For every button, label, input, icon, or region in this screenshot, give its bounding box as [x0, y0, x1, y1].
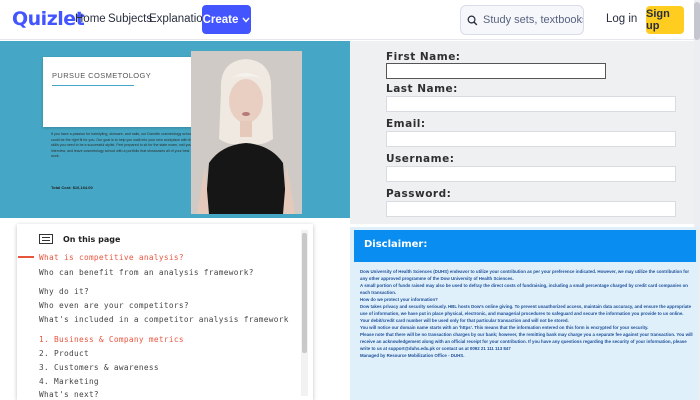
disclaimer-paragraph: You will notice our domain name starts w… [360, 325, 649, 330]
toc-card: On this page What is competitive analysi… [17, 224, 313, 400]
toc-item-who-can-benefit[interactable]: Who can benefit from an analysis framewo… [39, 268, 269, 277]
table-of-contents-panel: On this page What is competitive analysi… [0, 218, 350, 400]
quizlet-logo[interactable]: Quizlet [12, 8, 85, 30]
disclaimer-panel: Disclaimer: Dow University of Health Sci… [350, 227, 698, 400]
title-underline [52, 85, 134, 86]
password-field[interactable] [386, 201, 676, 217]
email-field[interactable] [386, 131, 676, 147]
first-name-field[interactable] [386, 63, 606, 79]
registration-form: First Name: Last Name: Email: Username: … [350, 41, 694, 224]
toc-scroll-thumb[interactable] [302, 233, 307, 353]
model-photo [191, 51, 302, 214]
toc-item-customers[interactable]: 3. Customers & awareness [39, 363, 159, 372]
disclaimer-paragraph: Dow University of Health Sciences (DUHS)… [360, 269, 690, 281]
toc-item-business-metrics[interactable]: 1. Business & Company metrics [39, 335, 184, 344]
disclaimer-heading: Disclaimer: [354, 230, 696, 262]
create-label: Create [202, 13, 239, 26]
toc-item-competitive-analysis[interactable]: What is competitive analysis? [39, 253, 184, 262]
email-label: Email: [386, 118, 426, 130]
toc-item-why-do-it[interactable]: Why do it? [39, 287, 89, 296]
toc-heading: On this page [63, 234, 121, 244]
model-image [191, 51, 302, 214]
first-name-label: First Name: [386, 51, 461, 63]
active-item-marker [18, 256, 34, 258]
last-name-field[interactable] [386, 96, 676, 112]
page-scroll-thumb[interactable] [694, 2, 700, 40]
search-box[interactable] [460, 5, 584, 35]
disclaimer-footer: Managed by Resource Mobilization Office … [360, 353, 465, 358]
toc-item-whats-next[interactable]: What's next? [39, 390, 99, 399]
last-name-label: Last Name: [386, 83, 458, 95]
search-icon [467, 15, 478, 25]
toc-header: On this page [39, 234, 120, 244]
disclaimer-body: Dow University of Health Sciences (DUHS)… [360, 268, 694, 359]
disclaimer-paragraph: How do we protect your information? [360, 297, 438, 302]
toc-item-framework[interactable]: What's included in a competitor analysis… [39, 315, 289, 324]
cosmetology-description: If you have a passion for hairstyling, s… [51, 132, 194, 158]
username-label: Username: [386, 153, 455, 165]
top-navbar: Quizlet Home Subjects Explanations Creat… [0, 0, 700, 40]
chevron-down-icon [242, 17, 250, 23]
cosmetology-cost: Total Cost: $16,164.00 [51, 185, 93, 190]
disclaimer-paragraph: A small portion of funds raised may also… [360, 283, 688, 295]
search-input[interactable] [483, 14, 583, 26]
toc-item-competitors[interactable]: Who even are your competitors? [39, 301, 189, 310]
disclaimer-paragraph: Dow takes privacy and security seriously… [360, 304, 692, 323]
password-label: Password: [386, 188, 452, 200]
nav-link-subjects[interactable]: Subjects [108, 13, 152, 25]
login-link[interactable]: Log in [606, 13, 637, 25]
create-button[interactable]: Create [202, 5, 251, 34]
signup-button[interactable]: Sign up [646, 6, 684, 34]
list-icon [39, 234, 53, 244]
cosmetology-card: PURSUE COSMETOLOGY [43, 57, 201, 127]
toc-item-marketing[interactable]: 4. Marketing [39, 377, 99, 386]
toc-scrollbar[interactable] [301, 230, 308, 396]
cosmetology-title: PURSUE COSMETOLOGY [52, 71, 152, 80]
disclaimer-paragraph: Please note that there will be no transa… [360, 332, 693, 351]
username-field[interactable] [386, 166, 676, 182]
nav-link-home[interactable]: Home [75, 13, 106, 25]
toc-item-product[interactable]: 2. Product [39, 349, 89, 358]
